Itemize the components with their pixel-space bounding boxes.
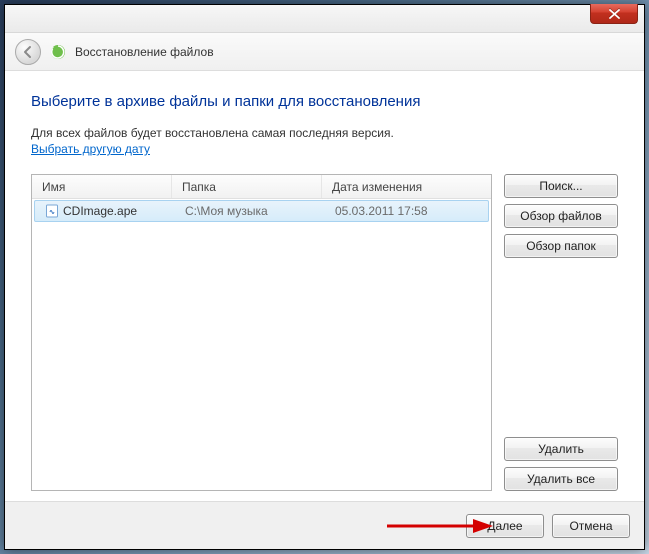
cell-folder: C:\Моя музыка bbox=[175, 201, 325, 221]
cancel-button[interactable]: Отмена bbox=[552, 514, 630, 538]
remove-button[interactable]: Удалить bbox=[504, 437, 618, 461]
subtext: Для всех файлов будет восстановлена сама… bbox=[31, 126, 618, 140]
file-list[interactable]: Имя Папка Дата изменения CDImage.ape C:\… bbox=[31, 174, 492, 491]
spacer bbox=[504, 264, 618, 431]
nav-header: Восстановление файлов bbox=[5, 33, 644, 71]
column-folder[interactable]: Папка bbox=[172, 175, 322, 198]
arrow-left-icon bbox=[21, 45, 35, 59]
browse-files-button[interactable]: Обзор файлов bbox=[504, 204, 618, 228]
close-icon bbox=[609, 9, 620, 19]
browse-folders-button[interactable]: Обзор папок bbox=[504, 234, 618, 258]
footer: Далее Отмена bbox=[5, 501, 644, 549]
titlebar bbox=[5, 5, 644, 33]
cell-date: 05.03.2011 17:58 bbox=[325, 201, 488, 221]
search-button[interactable]: Поиск... bbox=[504, 174, 618, 198]
window-title: Восстановление файлов bbox=[75, 45, 214, 59]
file-icon bbox=[45, 204, 59, 218]
body-row: Имя Папка Дата изменения CDImage.ape C:\… bbox=[31, 174, 618, 491]
back-button[interactable] bbox=[15, 39, 41, 65]
list-header: Имя Папка Дата изменения bbox=[32, 175, 491, 199]
dialog-window: Восстановление файлов Выберите в архиве … bbox=[4, 4, 645, 550]
list-item[interactable]: CDImage.ape C:\Моя музыка 05.03.2011 17:… bbox=[34, 200, 489, 222]
cell-name: CDImage.ape bbox=[35, 201, 175, 221]
restore-icon bbox=[49, 43, 67, 61]
cell-name-text: CDImage.ape bbox=[63, 204, 137, 218]
column-name[interactable]: Имя bbox=[32, 175, 172, 198]
list-body: CDImage.ape C:\Моя музыка 05.03.2011 17:… bbox=[32, 199, 491, 490]
close-button[interactable] bbox=[590, 4, 638, 24]
side-buttons: Поиск... Обзор файлов Обзор папок Удалит… bbox=[504, 174, 618, 491]
column-date[interactable]: Дата изменения bbox=[322, 175, 491, 198]
next-button[interactable]: Далее bbox=[466, 514, 544, 538]
content-area: Выберите в архиве файлы и папки для восс… bbox=[5, 71, 644, 501]
remove-all-button[interactable]: Удалить все bbox=[504, 467, 618, 491]
choose-date-link[interactable]: Выбрать другую дату bbox=[31, 142, 618, 156]
main-heading: Выберите в архиве файлы и папки для восс… bbox=[31, 93, 618, 110]
